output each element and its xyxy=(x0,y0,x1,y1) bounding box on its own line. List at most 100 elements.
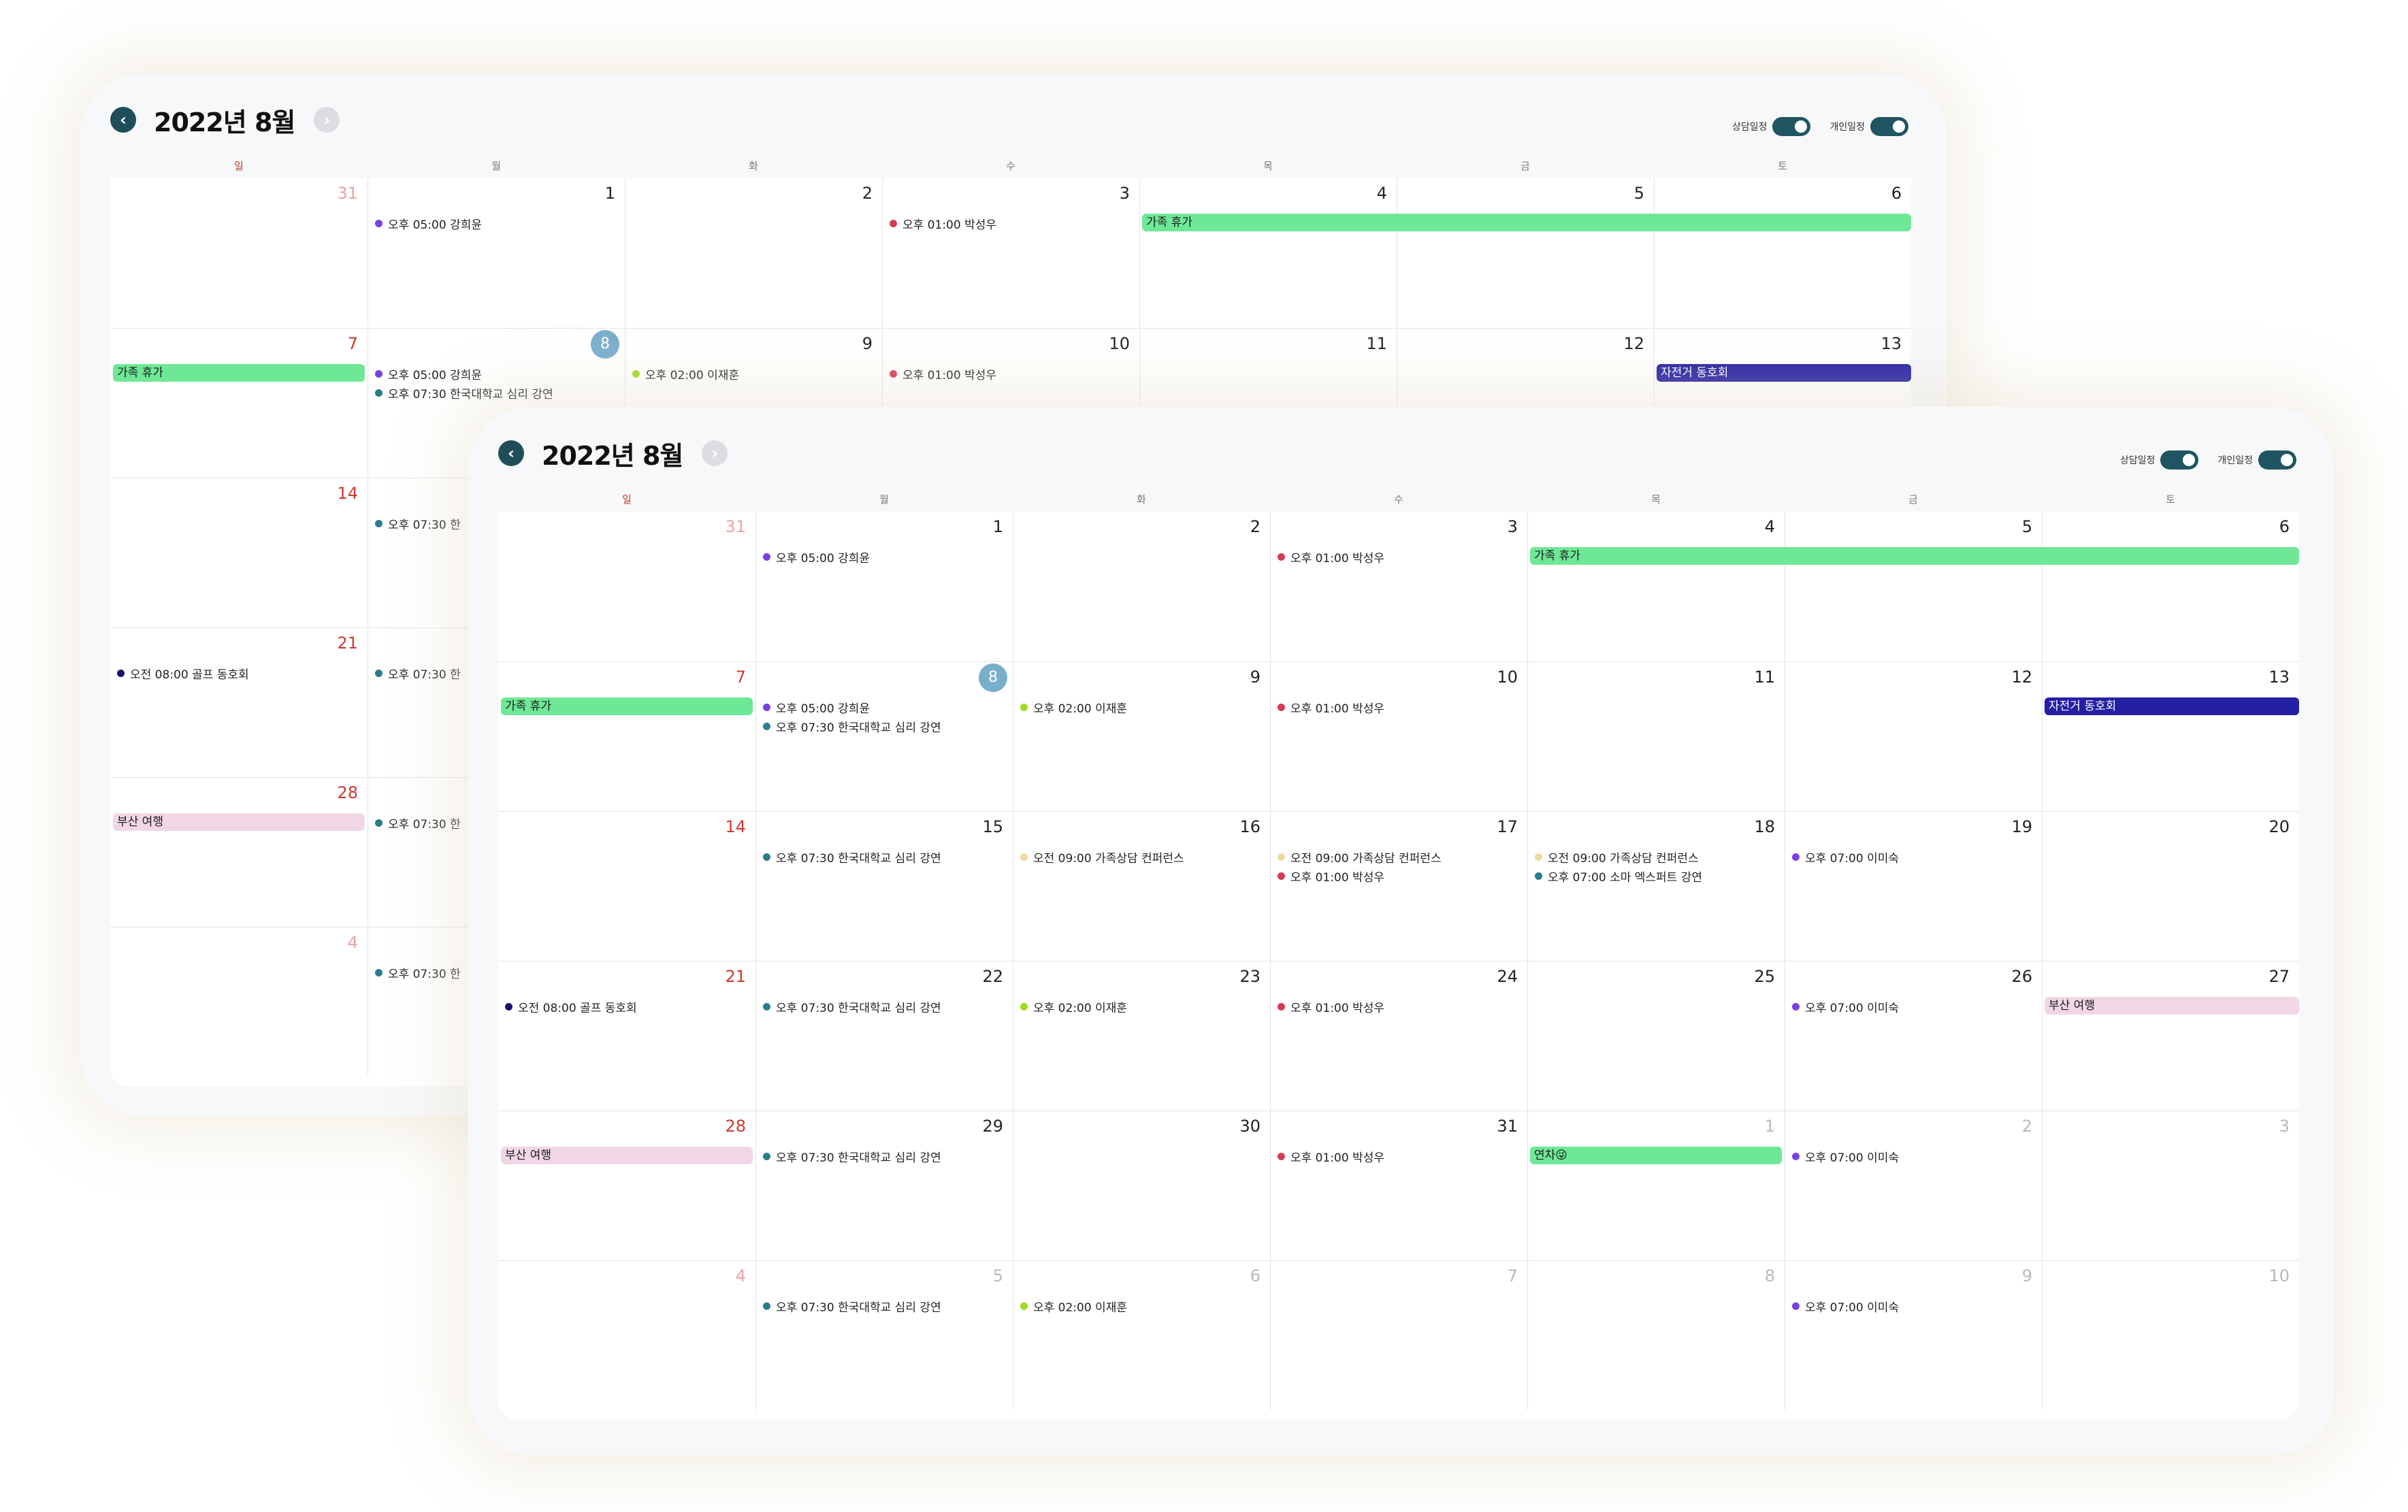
day-cell[interactable]: 21 오전 08:00 골프 동호회 xyxy=(110,628,368,777)
event-item[interactable]: 오후 07:30 한국대학교 심리 강연 xyxy=(763,1296,1009,1315)
event-item[interactable]: 오후 05:00 강희윤 xyxy=(763,697,1009,717)
event-item[interactable]: 오전 08:00 골프 동호회 xyxy=(505,997,751,1016)
day-cell[interactable]: 14 xyxy=(498,812,755,961)
day-cell[interactable]: 10 오후 01:00 박성우 xyxy=(1270,662,1527,811)
day-cell[interactable]: 5 오후 07:30 한국대학교 심리 강연 xyxy=(755,1261,1013,1410)
day-cell[interactable]: 28 xyxy=(110,778,368,927)
day-cell[interactable]: 1 오후 05:00 강희윤 xyxy=(368,178,625,328)
day-cell[interactable]: 13 xyxy=(2042,662,2299,811)
day-cell[interactable]: 14 xyxy=(110,478,368,627)
day-cell[interactable]: 5 xyxy=(1785,512,2042,661)
day-cell[interactable]: 28 xyxy=(498,1111,755,1260)
day-cell[interactable]: 4 xyxy=(1139,178,1397,328)
all-day-event-bar[interactable]: 연차😜 xyxy=(1530,1147,1782,1164)
day-cell[interactable]: 31 오후 01:00 박성우 xyxy=(1270,1111,1527,1260)
chevron-right-icon[interactable]: › xyxy=(314,107,340,133)
event-item[interactable]: 오후 01:00 박성우 xyxy=(1278,1147,1523,1166)
event-item[interactable]: 오후 05:00 강희윤 xyxy=(763,547,1009,566)
day-cell[interactable]: 7 xyxy=(1270,1261,1527,1410)
toggle-personal[interactable]: 개인일정 xyxy=(2217,450,2296,470)
event-item[interactable]: 오후 01:00 박성우 xyxy=(890,214,1135,233)
day-cell[interactable]: 22 오후 07:30 한국대학교 심리 강연 xyxy=(755,962,1013,1111)
event-item[interactable]: 오후 07:30 한국대학교 심리 강연 xyxy=(763,717,1009,736)
day-cell[interactable]: 29 오후 07:30 한국대학교 심리 강연 xyxy=(755,1111,1013,1260)
day-cell[interactable]: 11 xyxy=(1527,662,1785,811)
event-item[interactable]: 오전 09:00 가족상담 컨퍼런스 xyxy=(1535,847,1780,866)
day-cell[interactable]: 24 오후 01:00 박성우 xyxy=(1270,962,1527,1111)
day-cell[interactable]: 15 오후 07:30 한국대학교 심리 강연 xyxy=(755,812,1013,961)
event-item[interactable]: 오후 01:00 박성우 xyxy=(1278,866,1523,885)
day-cell[interactable]: 8 오후 05:00 강희윤 오후 07:30 한국대학교 심리 강연 xyxy=(755,662,1013,811)
day-cell[interactable]: 6 오후 02:00 이재훈 xyxy=(1013,1261,1270,1410)
day-cell[interactable]: 17 오전 09:00 가족상담 컨퍼런스 오후 01:00 박성우 xyxy=(1270,812,1527,961)
event-item[interactable]: 오후 07:30 한국대학교 심리 강연 xyxy=(763,847,1009,866)
event-item[interactable]: 오후 07:00 이미숙 xyxy=(1792,997,2038,1016)
day-cell[interactable]: 9 오후 02:00 이재훈 xyxy=(1013,662,1270,811)
event-item[interactable]: 오후 07:30 한국대학교 심리 강연 xyxy=(763,1147,1009,1166)
day-cell[interactable]: 1 오후 05:00 강희윤 xyxy=(755,512,1013,661)
day-cell[interactable]: 2 xyxy=(1013,512,1270,661)
day-cell[interactable]: 20 xyxy=(2042,812,2299,961)
day-cell[interactable]: 4 xyxy=(110,927,368,1077)
day-cell[interactable]: 19 오후 07:00 이미숙 xyxy=(1785,812,2042,961)
event-item[interactable]: 오전 09:00 가족상담 컨퍼런스 xyxy=(1278,847,1523,866)
day-cell[interactable]: 16 오전 09:00 가족상담 컨퍼런스 xyxy=(1013,812,1270,961)
all-day-event-bar[interactable]: 가족 휴가 xyxy=(501,697,753,715)
toggle-switch[interactable] xyxy=(1870,117,1908,136)
event-item[interactable]: 오후 01:00 박성우 xyxy=(890,364,1135,383)
event-item[interactable]: 오후 01:00 박성우 xyxy=(1278,697,1523,717)
day-cell[interactable]: 6 xyxy=(1654,178,1911,328)
day-cell[interactable]: 6 xyxy=(2042,512,2299,661)
all-day-event-bar[interactable]: 자전거 동호회 xyxy=(1657,364,1911,382)
all-day-event-bar[interactable]: 가족 휴가 xyxy=(113,364,365,382)
toggle-switch[interactable] xyxy=(2258,450,2296,470)
event-item[interactable]: 오후 02:00 이재훈 xyxy=(1020,997,1266,1016)
day-cell[interactable]: 21 오전 08:00 골프 동호회 xyxy=(498,962,755,1111)
day-cell[interactable]: 10 xyxy=(2042,1261,2299,1410)
day-cell[interactable]: 12 xyxy=(1785,662,2042,811)
day-cell[interactable]: 31 xyxy=(498,512,755,661)
all-day-event-bar[interactable]: 부산 여행 xyxy=(113,813,365,831)
toggle-switch[interactable] xyxy=(1772,117,1811,136)
event-item[interactable]: 오후 01:00 박성우 xyxy=(1278,547,1523,566)
chevron-left-icon[interactable]: ‹ xyxy=(498,440,524,466)
day-cell[interactable]: 4 xyxy=(1527,512,1785,661)
day-cell[interactable]: 30 xyxy=(1013,1111,1270,1260)
day-cell[interactable]: 3 오후 01:00 박성우 xyxy=(882,178,1139,328)
all-day-event-bar[interactable]: 가족 휴가 xyxy=(1530,547,2299,565)
day-cell[interactable]: 31 xyxy=(110,178,368,328)
event-item[interactable]: 오후 07:30 한국대학교 심리 강연 xyxy=(375,383,621,402)
day-cell[interactable]: 4 xyxy=(498,1261,755,1410)
event-item[interactable]: 오후 07:00 소마 엑스퍼트 강연 xyxy=(1535,866,1780,885)
toggle-personal[interactable]: 개인일정 xyxy=(1829,117,1908,136)
all-day-event-bar[interactable]: 자전거 동호회 xyxy=(2045,697,2299,715)
day-cell[interactable]: 5 xyxy=(1397,178,1654,328)
event-item[interactable]: 오후 07:00 이미숙 xyxy=(1792,847,2038,866)
event-item[interactable]: 오후 07:00 이미숙 xyxy=(1792,1296,2038,1315)
day-cell[interactable]: 23 오후 02:00 이재훈 xyxy=(1013,962,1270,1111)
event-item[interactable]: 오전 08:00 골프 동호회 xyxy=(117,663,363,683)
event-item[interactable]: 오후 01:00 박성우 xyxy=(1278,997,1523,1016)
event-item[interactable]: 오후 02:00 이재훈 xyxy=(1020,697,1266,717)
day-cell[interactable]: 2 오후 07:00 이미숙 xyxy=(1785,1111,2042,1260)
event-item[interactable]: 오후 07:00 이미숙 xyxy=(1792,1147,2038,1166)
day-cell[interactable]: 26 오후 07:00 이미숙 xyxy=(1785,962,2042,1111)
all-day-event-bar[interactable]: 부산 여행 xyxy=(2045,997,2299,1015)
day-cell[interactable]: 25 xyxy=(1527,962,1785,1111)
chevron-left-icon[interactable]: ‹ xyxy=(110,107,136,133)
day-cell[interactable]: 8 xyxy=(1527,1261,1785,1410)
day-cell[interactable]: 1 xyxy=(1527,1111,1785,1260)
day-cell[interactable]: 7 xyxy=(110,329,368,478)
day-cell[interactable]: 9 오후 07:00 이미숙 xyxy=(1785,1261,2042,1410)
day-cell[interactable]: 3 오후 01:00 박성우 xyxy=(1270,512,1527,661)
toggle-switch[interactable] xyxy=(2160,450,2199,470)
all-day-event-bar[interactable]: 가족 휴가 xyxy=(1142,214,1911,231)
day-cell[interactable]: 27 xyxy=(2042,962,2299,1111)
toggle-consult[interactable]: 상담일정 xyxy=(1732,117,1811,136)
event-item[interactable]: 오후 02:00 이재훈 xyxy=(1020,1296,1266,1315)
event-item[interactable]: 오전 09:00 가족상담 컨퍼런스 xyxy=(1020,847,1266,866)
event-item[interactable]: 오후 05:00 강희윤 xyxy=(375,214,621,233)
toggle-consult[interactable]: 상담일정 xyxy=(2120,450,2199,470)
event-item[interactable]: 오후 07:30 한국대학교 심리 강연 xyxy=(763,997,1009,1016)
chevron-right-icon[interactable]: › xyxy=(702,440,728,466)
